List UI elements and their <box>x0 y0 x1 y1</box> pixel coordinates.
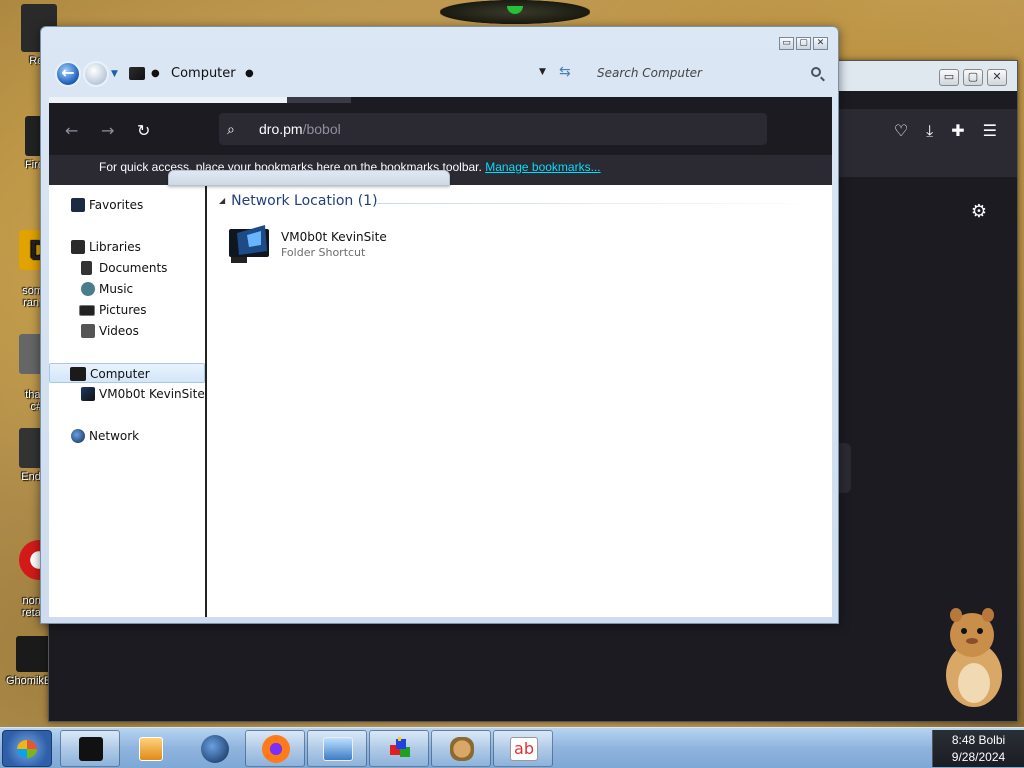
nav-item-label: Favorites <box>89 198 144 212</box>
nav-item-kevinsite[interactable]: VM0b0t KevinSite <box>49 384 205 404</box>
address-dropdown-icon[interactable]: ▼ <box>539 67 546 77</box>
network-location-item[interactable]: VM0b0t KevinSite Folder Shortcut <box>227 221 427 271</box>
nav-item-label: Network <box>89 429 140 443</box>
nav-item-label: Computer <box>90 367 150 381</box>
nav-item-pictures[interactable]: Pictures <box>49 300 205 320</box>
media-player-icon <box>139 737 163 761</box>
menu-icon[interactable]: ☰ <box>983 121 997 141</box>
search-icon <box>811 67 821 77</box>
recent-pages-dropdown-icon[interactable]: ▼ <box>111 69 118 79</box>
system-clock[interactable]: 8:48 Bolbi 9/28/2024 <box>932 730 1024 767</box>
firefox-icon <box>262 735 290 763</box>
search-icon: ⌕ <box>227 121 235 137</box>
breadcrumb-separator-icon[interactable]: ● <box>151 61 160 87</box>
navigation-pane: Favorites Libraries Documents Music Pict… <box>49 185 207 617</box>
network-drive-icon <box>229 225 269 263</box>
nav-item-libraries[interactable]: Libraries <box>49 237 205 257</box>
webcam-decoration <box>440 0 590 24</box>
group-header-label: Network Location (1) <box>231 193 378 209</box>
refresh-icon[interactable]: ⇆ <box>559 64 571 80</box>
nav-item-music[interactable]: Music <box>49 279 205 299</box>
favorites-icon <box>71 198 85 212</box>
background-dialog <box>168 170 450 186</box>
reload-icon[interactable]: ↻ <box>137 121 150 140</box>
image-viewer-icon <box>323 737 353 761</box>
explorer-body: Favorites Libraries Documents Music Pict… <box>49 185 832 617</box>
back-button[interactable]: ← <box>55 61 81 87</box>
overlap-window-edge <box>49 97 315 103</box>
item-type: Folder Shortcut <box>281 246 366 259</box>
content-pane: ◢ Network Location (1) VM0b0t KevinSite F… <box>209 185 832 617</box>
clock-time: 8:48 Bolbi <box>951 733 1006 747</box>
taskbar-firefox-button[interactable] <box>245 730 305 767</box>
nav-item-videos[interactable]: Videos <box>49 321 205 341</box>
downloads-icon[interactable]: ⤓ <box>926 121 933 141</box>
explorer-icon <box>79 737 103 761</box>
globe-icon <box>201 735 229 763</box>
address-text[interactable]: Computer <box>171 61 236 87</box>
videos-icon <box>81 324 95 338</box>
hamster-desktop-pet <box>946 608 1002 707</box>
taskbar-globe-button[interactable] <box>184 730 244 767</box>
hamster-icon <box>450 737 474 761</box>
address-bar[interactable]: ● Computer ● <box>125 61 585 87</box>
nav-item-label: Libraries <box>89 240 141 254</box>
libraries-icon <box>71 240 85 254</box>
taskbar-image-viewer-button[interactable] <box>307 730 367 767</box>
nav-item-label: Documents <box>99 261 168 275</box>
taskbar-media-player-button[interactable] <box>120 730 180 767</box>
music-icon <box>81 282 95 296</box>
close-button[interactable]: ✕ <box>813 37 828 50</box>
pictures-icon <box>79 305 95 316</box>
group-header[interactable]: ◢ Network Location (1) <box>219 193 378 209</box>
clock-date: 9/28/2024 <box>951 750 1006 764</box>
explorer-window[interactable]: ▭ ▢ ✕ ← ▼ ● Computer ● ▼ ⇆ Search Comput… <box>40 26 839 624</box>
computer-icon <box>70 367 86 381</box>
pocket-icon[interactable]: ♡ <box>894 121 908 141</box>
documents-icon <box>81 261 92 275</box>
maximize-button[interactable]: ▢ <box>796 37 811 50</box>
close-button[interactable]: ✕ <box>987 69 1007 86</box>
taskbar-wordpad-button[interactable]: ab <box>493 730 553 767</box>
extensions-icon[interactable]: ✚ <box>951 121 964 141</box>
minimize-button[interactable]: ▭ <box>939 69 959 86</box>
nav-item-documents[interactable]: Documents <box>49 258 205 278</box>
collapse-triangle-icon[interactable]: ◢ <box>219 196 225 205</box>
nav-item-computer[interactable]: Computer <box>49 363 205 383</box>
search-placeholder: Search Computer <box>597 66 702 80</box>
nav-item-network[interactable]: Network <box>49 426 205 446</box>
nav-item-favorites[interactable]: Favorites <box>49 195 205 215</box>
manage-bookmarks-link[interactable]: Manage bookmarks... <box>485 160 600 174</box>
colored-cube-icon <box>390 737 410 757</box>
wordpad-icon: ab <box>510 737 538 761</box>
minimize-button[interactable]: ▭ <box>779 37 794 50</box>
search-input[interactable]: Search Computer <box>593 61 829 87</box>
group-divider <box>377 203 822 204</box>
forward-button[interactable] <box>83 61 109 87</box>
network-globe-icon <box>71 429 85 443</box>
overlap-tab <box>287 97 351 103</box>
breadcrumb-separator-icon[interactable]: ● <box>245 61 254 87</box>
taskbar-cube-app-button[interactable] <box>369 730 429 767</box>
nav-item-label: Pictures <box>99 303 147 317</box>
item-name: VM0b0t KevinSite <box>281 230 387 244</box>
forward-icon[interactable]: → <box>101 121 114 140</box>
network-drive-icon <box>81 387 95 401</box>
nav-item-label: Music <box>99 282 134 296</box>
nav-item-label: VM0b0t KevinSite <box>99 387 205 401</box>
url-host: dro.pm <box>259 121 303 137</box>
maximize-button[interactable]: ▢ <box>963 69 983 86</box>
computer-icon <box>129 67 145 80</box>
taskbar: ab 8:48 Bolbi 9/28/2024 <box>0 727 1024 768</box>
url-bar[interactable]: ⌕ dro.pm/bobol <box>219 113 767 145</box>
url-path: /bobol <box>302 121 341 137</box>
back-icon[interactable]: ← <box>65 121 78 140</box>
nav-item-label: Videos <box>99 324 139 338</box>
start-button[interactable] <box>2 730 52 767</box>
taskbar-explorer-button[interactable] <box>60 730 120 767</box>
taskbar-hamster-button[interactable] <box>431 730 491 767</box>
settings-gear-icon[interactable]: ⚙ <box>971 201 987 222</box>
